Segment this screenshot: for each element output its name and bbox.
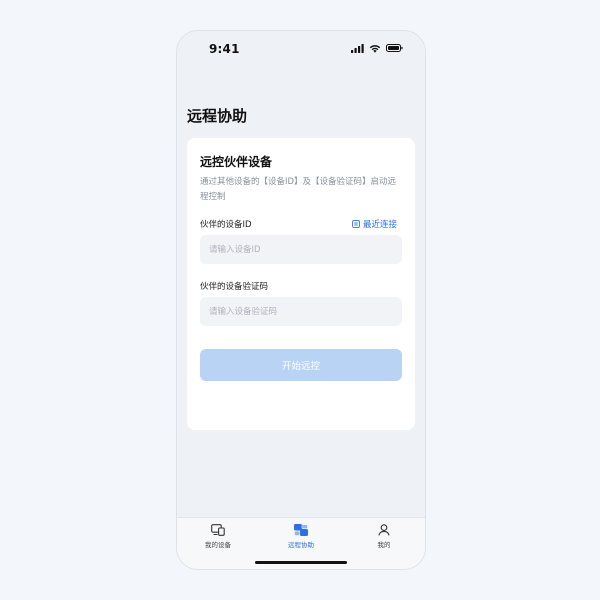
status-time: 9:41: [209, 42, 240, 56]
tab-label: 远程协助: [288, 541, 314, 549]
tab-remote-assist[interactable]: 远程协助: [266, 524, 336, 549]
recent-connections-label: 最近连接: [362, 220, 397, 230]
start-remote-control-button[interactable]: 开始远控: [200, 349, 402, 381]
recent-connections-link[interactable]: 最近连接: [352, 218, 397, 230]
home-indicator: [255, 561, 347, 564]
profile-icon: [378, 524, 390, 536]
card-description: 通过其他设备的【设备ID】及【设备验证码】启动远程控制: [200, 177, 397, 202]
tab-my-devices[interactable]: 我的设备: [183, 524, 253, 549]
history-icon: [352, 220, 360, 228]
devices-icon: [211, 524, 225, 536]
page-title: 远程协助: [187, 107, 248, 125]
signal-icon: [351, 43, 364, 53]
device-id-input[interactable]: [200, 235, 402, 264]
tab-label: 我的: [377, 541, 391, 549]
status-bar: 9:41: [177, 31, 425, 67]
verification-code-label: 伙伴的设备验证码: [200, 282, 269, 292]
tab-label: 我的设备: [205, 541, 231, 549]
device-id-label: 伙伴的设备ID: [200, 220, 252, 230]
remote-control-card: 远控伙伴设备 通过其他设备的【设备ID】及【设备验证码】启动远程控制 伙伴的设备…: [187, 138, 415, 430]
wifi-icon: [369, 44, 381, 53]
verification-code-input[interactable]: [200, 297, 402, 326]
card-title: 远控伙伴设备: [200, 155, 273, 169]
remote-assist-icon: [294, 524, 308, 536]
status-icons: [351, 43, 403, 53]
battery-icon: [386, 44, 403, 52]
tab-profile[interactable]: 我的: [349, 524, 419, 549]
phone-frame: 9:41 远程协助 远控伙伴设备 通过其他设备的【设备ID】及【设备验证码】启动: [176, 30, 426, 570]
